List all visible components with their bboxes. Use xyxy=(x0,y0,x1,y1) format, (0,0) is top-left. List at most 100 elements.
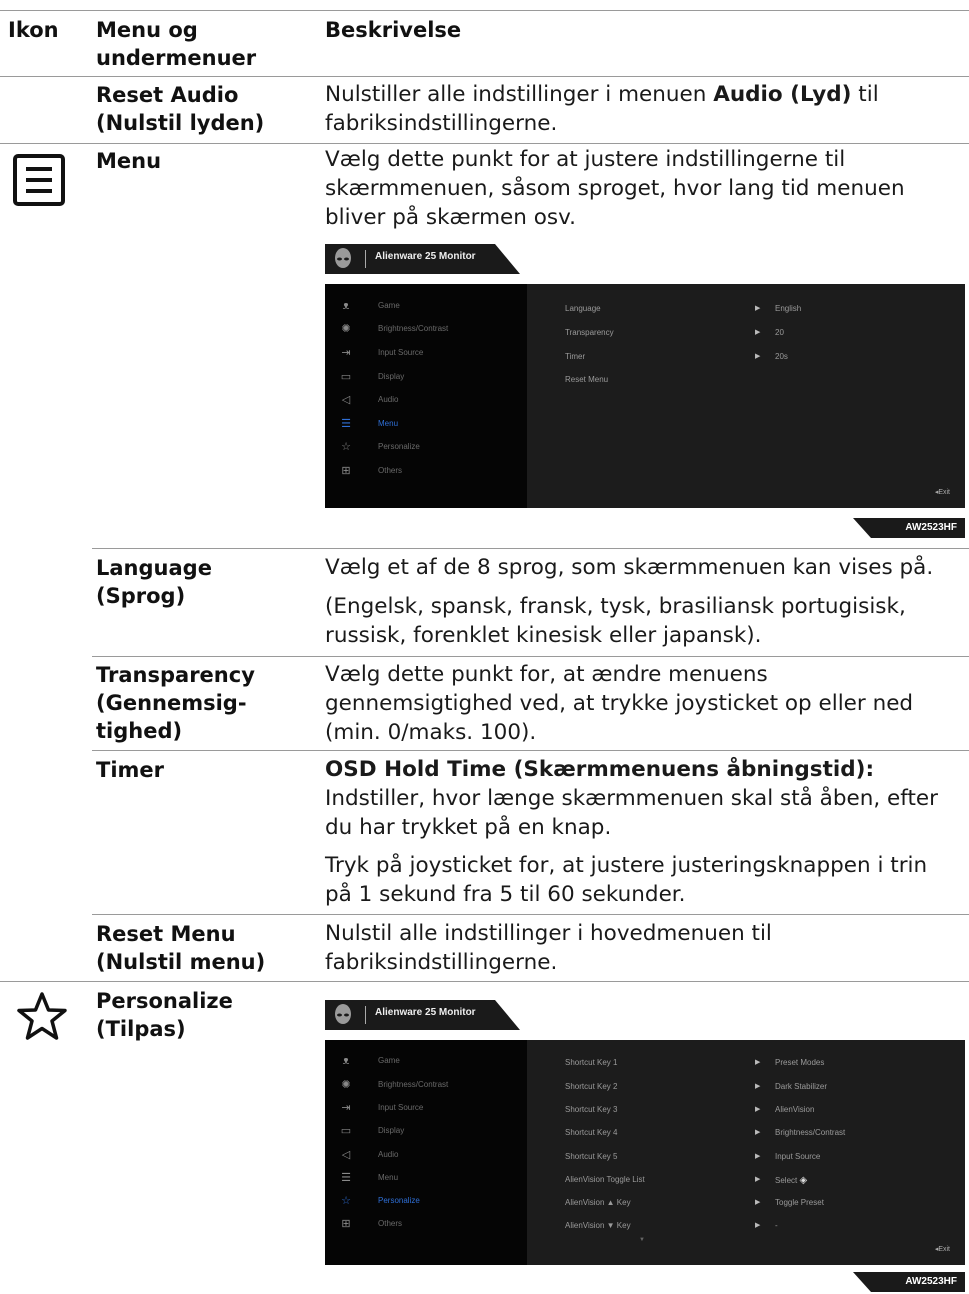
header-desc-col: Beskrivelse xyxy=(325,18,462,42)
alienware-logo-icon xyxy=(335,1004,351,1024)
chevron-right-icon: ▶ xyxy=(755,1059,761,1066)
osd-exit-label: ◂Exit xyxy=(934,1246,950,1253)
alienware-logo-icon xyxy=(335,248,351,268)
osd-item-input: ⇥ Input Source xyxy=(325,344,527,364)
osd-item-game: ᴥ Game xyxy=(325,1052,527,1072)
osd-row-timer: Timer ▶ 20s xyxy=(565,352,788,361)
osd-brand-title: Alienware 25 Monitor xyxy=(375,251,476,262)
timer-desc-4: Tryk på joysticket for, at justere juste… xyxy=(325,853,928,878)
osd-item-menu: ☰ Menu xyxy=(325,415,527,435)
speaker-icon: ◁ xyxy=(341,394,351,406)
gamepad-icon: ᴥ xyxy=(342,1055,350,1067)
language-label-2: (Sprog) xyxy=(96,584,186,608)
reset-menu-label-1: Reset Menu xyxy=(96,922,236,946)
timer-desc-5: på 1 sekund fra 5 til 60 sekunder. xyxy=(325,882,686,907)
osd-brand-title: Alienware 25 Monitor xyxy=(375,1007,476,1018)
chevron-right-icon: ▶ xyxy=(755,1199,761,1206)
row-rule xyxy=(0,981,969,982)
osd-item-input: ⇥ Input Source xyxy=(325,1099,527,1119)
header-icon-col: Ikon xyxy=(8,18,59,42)
row-rule xyxy=(92,914,969,915)
menu-list-icon: ☰ xyxy=(341,418,351,430)
language-desc-1: Vælg et af de 8 sprog, som skærmmenuen k… xyxy=(325,555,934,580)
osd-row-shortcut-5: Shortcut Key 5 ▶ Input Source xyxy=(565,1152,821,1161)
transparency-desc-3: (min. 0/maks. 100). xyxy=(325,720,537,745)
personalize-label-2: (Tilpas) xyxy=(96,1017,186,1041)
timer-desc-3: du har trykket på en knap. xyxy=(325,815,612,840)
chevron-right-icon: ▶ xyxy=(755,1129,761,1136)
reset-audio-desc-1: Nulstiller alle indstillinger i menuen A… xyxy=(325,82,879,107)
input-source-icon: ⇥ xyxy=(341,1102,351,1114)
reset-audio-label-1: Reset Audio xyxy=(96,83,239,107)
transparency-label-3: tighed) xyxy=(96,719,183,743)
gamepad-icon: ᴥ xyxy=(342,300,350,312)
chevron-right-icon: ▶ xyxy=(755,353,761,360)
osd-row-shortcut-1: Shortcut Key 1 ▶ Preset Modes xyxy=(565,1058,825,1067)
joystick-icon: ◈ xyxy=(799,1175,808,1186)
reset-audio-desc-2: fabriksindstillingerne. xyxy=(325,111,558,136)
osd-exit-label: ◂Exit xyxy=(934,489,950,496)
header-rule xyxy=(0,76,969,77)
speaker-icon: ◁ xyxy=(341,1149,351,1161)
osd-item-audio: ◁ Audio xyxy=(325,391,527,411)
row-rule xyxy=(92,750,969,751)
reset-audio-label-2: (Nulstil lyden) xyxy=(96,111,265,135)
menu-list-icon: ☰ xyxy=(341,1172,351,1184)
osd-item-personalize: ☆ Personalize xyxy=(325,438,527,458)
osd-row-language: Language ▶ English xyxy=(565,304,802,313)
osd-menu-screen: ᴥ Game ✺ Brightness/Contrast ⇥ Input Source… xyxy=(325,284,965,508)
osd-item-brightness: ✺ Brightness/Contrast xyxy=(325,1076,527,1096)
language-desc-3: russisk, forenklet kinesisk eller japans… xyxy=(325,623,762,648)
osd-item-game: ᴥ Game xyxy=(325,297,527,317)
menu-desc-2: skærmmenuen, såsom sproget, hvor lang ti… xyxy=(325,176,905,201)
osd-item-menu: ☰ Menu xyxy=(325,1169,527,1189)
osd-row-down-key: AlienVision ▼ Key ▶ - xyxy=(565,1221,778,1230)
chevron-right-icon: ▶ xyxy=(755,1153,761,1160)
language-desc-2: (Engelsk, spansk, fransk, tysk, brasilia… xyxy=(325,594,906,619)
chevron-right-icon: ▶ xyxy=(755,305,761,312)
timer-desc-2: Indstiller, hvor længe skærmmenuen skal … xyxy=(325,786,938,811)
menu-desc-3: bliver på skærmen osv. xyxy=(325,205,576,230)
timer-label: Timer xyxy=(96,758,165,782)
star-icon: ☆ xyxy=(341,1195,351,1207)
osd-row-up-key: AlienVision ▲ Key ▶ Toggle Preset xyxy=(565,1198,824,1207)
others-icon: ⊞ xyxy=(341,465,351,477)
reset-menu-desc-1: Nulstil alle indstillinger i hovedmenuen… xyxy=(325,921,772,946)
reset-menu-label-2: (Nulstil menu) xyxy=(96,950,266,974)
menu-label: Menu xyxy=(96,149,162,173)
osd-row-transparency: Transparency ▶ 20 xyxy=(565,328,784,337)
chevron-right-icon: ▶ xyxy=(755,1222,761,1229)
transparency-label-1: Transparency xyxy=(96,663,255,687)
osd-row-toggle-list: AlienVision Toggle List ▶ Select ◈ xyxy=(565,1175,808,1186)
table-top-rule xyxy=(0,10,969,11)
star-icon xyxy=(17,992,67,1040)
chevron-right-icon: ▶ xyxy=(755,329,761,336)
chevron-right-icon: ▶ xyxy=(755,1083,761,1090)
osd-item-brightness: ✺ Brightness/Contrast xyxy=(325,320,527,340)
language-label-1: Language xyxy=(96,556,212,580)
personalize-label-1: Personalize xyxy=(96,989,233,1013)
row-rule xyxy=(0,143,969,144)
row-rule xyxy=(92,548,969,549)
osd-item-others: ⊞ Others xyxy=(325,1215,527,1235)
osd-header-bar: Alienware 25 Monitor xyxy=(325,244,520,274)
header-menu-col-line2: undermenuer xyxy=(96,46,257,70)
timer-desc-1: OSD Hold Time (Skærmmenuens åbningstid): xyxy=(325,757,875,782)
osd-item-others: ⊞ Others xyxy=(325,462,527,482)
star-icon: ☆ xyxy=(341,441,351,453)
input-source-icon: ⇥ xyxy=(341,347,351,359)
osd-item-display: ▭ Display xyxy=(340,1125,405,1137)
transparency-desc-1: Vælg dette punkt for, at ændre menuens xyxy=(325,662,768,687)
osd-personalize-screen: ᴥ Game ✺ Brightness/Contrast ⇥ Input Source… xyxy=(325,1040,965,1265)
others-icon: ⊞ xyxy=(341,1218,351,1230)
osd-row-shortcut-4: Shortcut Key 4 ▶ Brightness/Contrast xyxy=(565,1128,846,1137)
scroll-down-icon: ▼ xyxy=(639,1237,645,1243)
display-icon: ▭ xyxy=(340,1125,352,1137)
osd-row-shortcut-2: Shortcut Key 2 ▶ Dark Stabilizer xyxy=(565,1082,828,1091)
menu-list-icon xyxy=(13,154,65,206)
reset-menu-desc-2: fabriksindstillingerne. xyxy=(325,950,558,975)
brightness-icon: ✺ xyxy=(341,1079,351,1091)
osd-row-shortcut-3: Shortcut Key 3 ▶ AlienVision xyxy=(565,1105,815,1114)
display-icon: ▭ xyxy=(340,371,352,383)
osd-header-bar: Alienware 25 Monitor xyxy=(325,1000,520,1030)
